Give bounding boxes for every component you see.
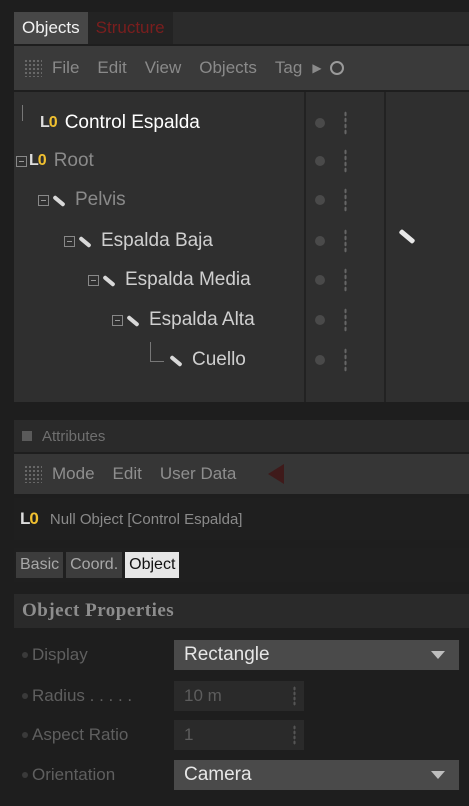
visibility-dot[interactable] xyxy=(315,236,325,246)
menu-edit[interactable]: Edit xyxy=(97,58,126,78)
tree-row-label: Pelvis xyxy=(75,189,126,210)
ik-tag-icon[interactable] xyxy=(398,228,414,244)
menu-file[interactable]: File xyxy=(52,58,79,78)
tree-row-label: Espalda Alta xyxy=(149,309,255,330)
prop-label: Aspect Ratio xyxy=(32,725,129,744)
orientation-value: Camera xyxy=(184,764,252,785)
tree-row-control-espalda[interactable]: L0 Control Espalda xyxy=(14,104,469,142)
tree-row-root[interactable]: L0 Root xyxy=(14,142,469,180)
tab-coord[interactable]: Coord. xyxy=(66,552,123,578)
render-toggle[interactable] xyxy=(344,268,347,292)
menu-view[interactable]: View xyxy=(145,58,182,78)
prop-label: Radius . . . . . xyxy=(32,686,133,705)
bone-icon xyxy=(77,234,91,248)
visibility-dot[interactable] xyxy=(315,118,325,128)
stepper-icon[interactable] xyxy=(293,725,296,745)
render-toggle[interactable] xyxy=(344,149,347,173)
animate-dot-icon[interactable] xyxy=(22,652,28,658)
display-dropdown[interactable]: Rectangle xyxy=(174,640,459,670)
search-icon[interactable] xyxy=(329,61,344,75)
attributes-title: Attributes xyxy=(42,427,106,445)
prop-label: Orientation xyxy=(32,765,116,784)
tree-row-label: Cuello xyxy=(192,349,246,370)
chevron-down-icon xyxy=(431,771,445,779)
object-tree: L0 Control Espalda L0 Root Pelvis Espald… xyxy=(14,92,469,402)
orientation-dropdown[interactable]: Camera xyxy=(174,760,459,790)
tree-row-label: Espalda Media xyxy=(125,269,251,290)
menu-tags[interactable]: Tag xyxy=(275,58,302,78)
prop-aspect-ratio: Aspect Ratio 1 xyxy=(14,716,469,754)
null-object-icon: L0 xyxy=(29,152,47,169)
more-arrow-icon[interactable]: ▶ xyxy=(312,61,321,75)
render-toggle[interactable] xyxy=(344,348,347,372)
prop-label: Display xyxy=(32,645,88,664)
tab-objects[interactable]: Objects xyxy=(14,12,88,44)
tree-row-cuello[interactable]: Cuello xyxy=(14,341,469,379)
bone-icon xyxy=(125,313,139,327)
chevron-down-icon xyxy=(431,651,445,659)
collapse-icon[interactable] xyxy=(64,235,75,247)
grip-icon[interactable] xyxy=(24,59,42,77)
menu-edit[interactable]: Edit xyxy=(113,464,142,484)
null-object-icon: L0 xyxy=(40,114,58,131)
attributes-menu-bar: Mode Edit User Data xyxy=(14,454,469,494)
render-toggle[interactable] xyxy=(344,229,347,253)
tree-row-label: Control Espalda xyxy=(64,112,200,133)
bone-icon xyxy=(168,353,182,367)
section-heading: Object Properties xyxy=(14,594,469,628)
tree-line xyxy=(22,105,36,121)
menu-user-data[interactable]: User Data xyxy=(160,464,237,484)
radius-input[interactable]: 10 m xyxy=(174,681,304,711)
tab-basic[interactable]: Basic xyxy=(16,552,64,578)
visibility-dot[interactable] xyxy=(315,315,325,325)
tree-row-label: Root xyxy=(53,150,94,171)
tree-row-pelvis[interactable]: Pelvis xyxy=(14,181,469,219)
object-title-text: Null Object [Control Espalda] xyxy=(49,510,243,528)
visibility-dot[interactable] xyxy=(315,195,325,205)
menu-objects[interactable]: Objects xyxy=(199,58,257,78)
prop-orientation: Orientation Camera xyxy=(14,756,469,794)
attributes-header: Attributes xyxy=(14,420,469,452)
tree-line xyxy=(150,342,164,362)
stepper-icon[interactable] xyxy=(293,686,296,706)
radius-value: 10 m xyxy=(184,686,222,705)
tree-row-espalda-alta[interactable]: Espalda Alta xyxy=(14,301,469,339)
render-toggle[interactable] xyxy=(344,308,347,332)
collapse-icon[interactable] xyxy=(112,314,123,326)
render-toggle[interactable] xyxy=(344,111,347,135)
collapse-icon[interactable] xyxy=(16,155,27,167)
object-title: L0 Null Object [Control Espalda] xyxy=(14,498,469,540)
animate-dot-icon[interactable] xyxy=(22,693,28,699)
grip-icon[interactable] xyxy=(24,465,42,483)
tab-object[interactable]: Object xyxy=(125,552,180,578)
objects-menu-bar: File Edit View Objects Tag ▶ xyxy=(14,46,469,90)
attribute-tabs: Basic Coord. Object xyxy=(14,548,469,582)
visibility-dot[interactable] xyxy=(315,156,325,166)
null-object-icon: L0 xyxy=(20,509,39,528)
tab-structure[interactable]: Structure xyxy=(87,12,173,44)
panel-tab-bar: Objects Structure xyxy=(14,12,469,44)
tree-row-espalda-media[interactable]: Espalda Media xyxy=(14,261,469,299)
back-arrow-icon[interactable] xyxy=(268,464,285,484)
bone-icon xyxy=(51,193,65,207)
panel-square-icon[interactable] xyxy=(22,431,32,441)
bone-icon xyxy=(101,273,115,287)
prop-radius: Radius . . . . . 10 m xyxy=(14,677,469,715)
visibility-dot[interactable] xyxy=(315,355,325,365)
collapse-icon[interactable] xyxy=(88,274,99,286)
aspect-ratio-value: 1 xyxy=(184,725,194,744)
display-value: Rectangle xyxy=(184,644,270,665)
menu-mode[interactable]: Mode xyxy=(52,464,95,484)
tree-row-label: Espalda Baja xyxy=(101,230,213,251)
animate-dot-icon[interactable] xyxy=(22,732,28,738)
visibility-dot[interactable] xyxy=(315,275,325,285)
prop-display: Display Rectangle xyxy=(14,636,469,674)
collapse-icon[interactable] xyxy=(38,194,49,206)
aspect-ratio-input[interactable]: 1 xyxy=(174,720,304,750)
animate-dot-icon[interactable] xyxy=(22,772,28,778)
render-toggle[interactable] xyxy=(344,188,347,212)
